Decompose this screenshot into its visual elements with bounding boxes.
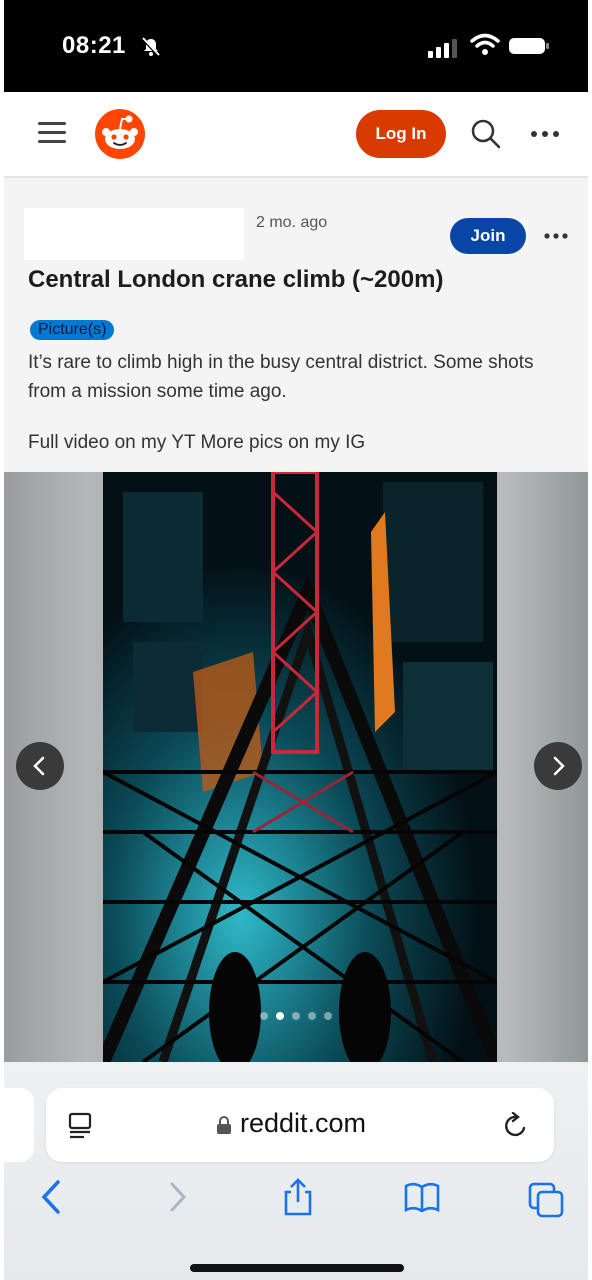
chevron-right-icon xyxy=(553,756,565,776)
redacted-author xyxy=(24,208,244,260)
share-icon[interactable] xyxy=(280,1176,316,1218)
tabs-icon[interactable] xyxy=(528,1176,564,1218)
gallery-dots xyxy=(260,1012,332,1020)
wifi-icon xyxy=(470,33,500,55)
join-button[interactable]: Join xyxy=(450,218,526,254)
post-more-icon[interactable] xyxy=(544,233,568,239)
signal-icon xyxy=(428,39,457,58)
reddit-logo-icon[interactable] xyxy=(94,108,146,160)
crane-photo[interactable] xyxy=(103,472,497,1062)
gallery-dot[interactable] xyxy=(260,1012,268,1020)
previous-tab-edge[interactable] xyxy=(4,1088,34,1162)
image-gallery[interactable] xyxy=(4,472,588,1062)
gallery-dot-active[interactable] xyxy=(276,1012,284,1020)
crane-photo-drawing xyxy=(103,472,497,1062)
lock-icon xyxy=(217,1116,231,1134)
status-bar: 08:21 xyxy=(4,0,588,92)
url-text[interactable]: reddit.com xyxy=(240,1108,366,1139)
post-flair: Picture(s) xyxy=(30,320,115,340)
gallery-prev-button[interactable] xyxy=(16,742,64,790)
login-button[interactable]: Log In xyxy=(356,110,446,158)
forward-icon[interactable] xyxy=(160,1176,196,1218)
mute-bell-icon xyxy=(141,37,161,58)
bookmarks-icon[interactable] xyxy=(404,1176,440,1218)
post-body: It’s rare to climb high in the busy cent… xyxy=(28,352,534,402)
gallery-dot[interactable] xyxy=(308,1012,316,1020)
menu-icon[interactable] xyxy=(36,120,68,146)
gallery-next-button[interactable] xyxy=(534,742,582,790)
gallery-dot[interactable] xyxy=(292,1012,300,1020)
gallery-dot[interactable] xyxy=(324,1012,332,1020)
reload-icon[interactable] xyxy=(502,1112,530,1140)
post-title[interactable]: Central London crane climb (~200m) xyxy=(28,266,443,294)
post: 2 mo. ago Join Central London crane clim… xyxy=(4,178,588,472)
chevron-left-icon xyxy=(33,756,45,776)
phone-screen: 08:21 Log In 2 mo. ago Join Central Lond… xyxy=(4,0,588,1280)
home-indicator[interactable] xyxy=(190,1264,404,1272)
reddit-header: Log In xyxy=(4,92,588,178)
post-age: 2 mo. ago xyxy=(256,214,328,231)
browser-toolbar: reddit.com xyxy=(4,1062,588,1280)
reader-icon[interactable] xyxy=(68,1112,92,1140)
post-links-text: Full video on my YT More pics on my IG xyxy=(28,432,366,453)
back-icon[interactable] xyxy=(34,1176,70,1218)
battery-icon xyxy=(509,38,549,54)
status-time: 08:21 xyxy=(62,32,126,59)
search-icon[interactable] xyxy=(470,118,502,150)
address-bar[interactable]: reddit.com xyxy=(46,1088,554,1162)
more-icon[interactable] xyxy=(530,130,560,138)
